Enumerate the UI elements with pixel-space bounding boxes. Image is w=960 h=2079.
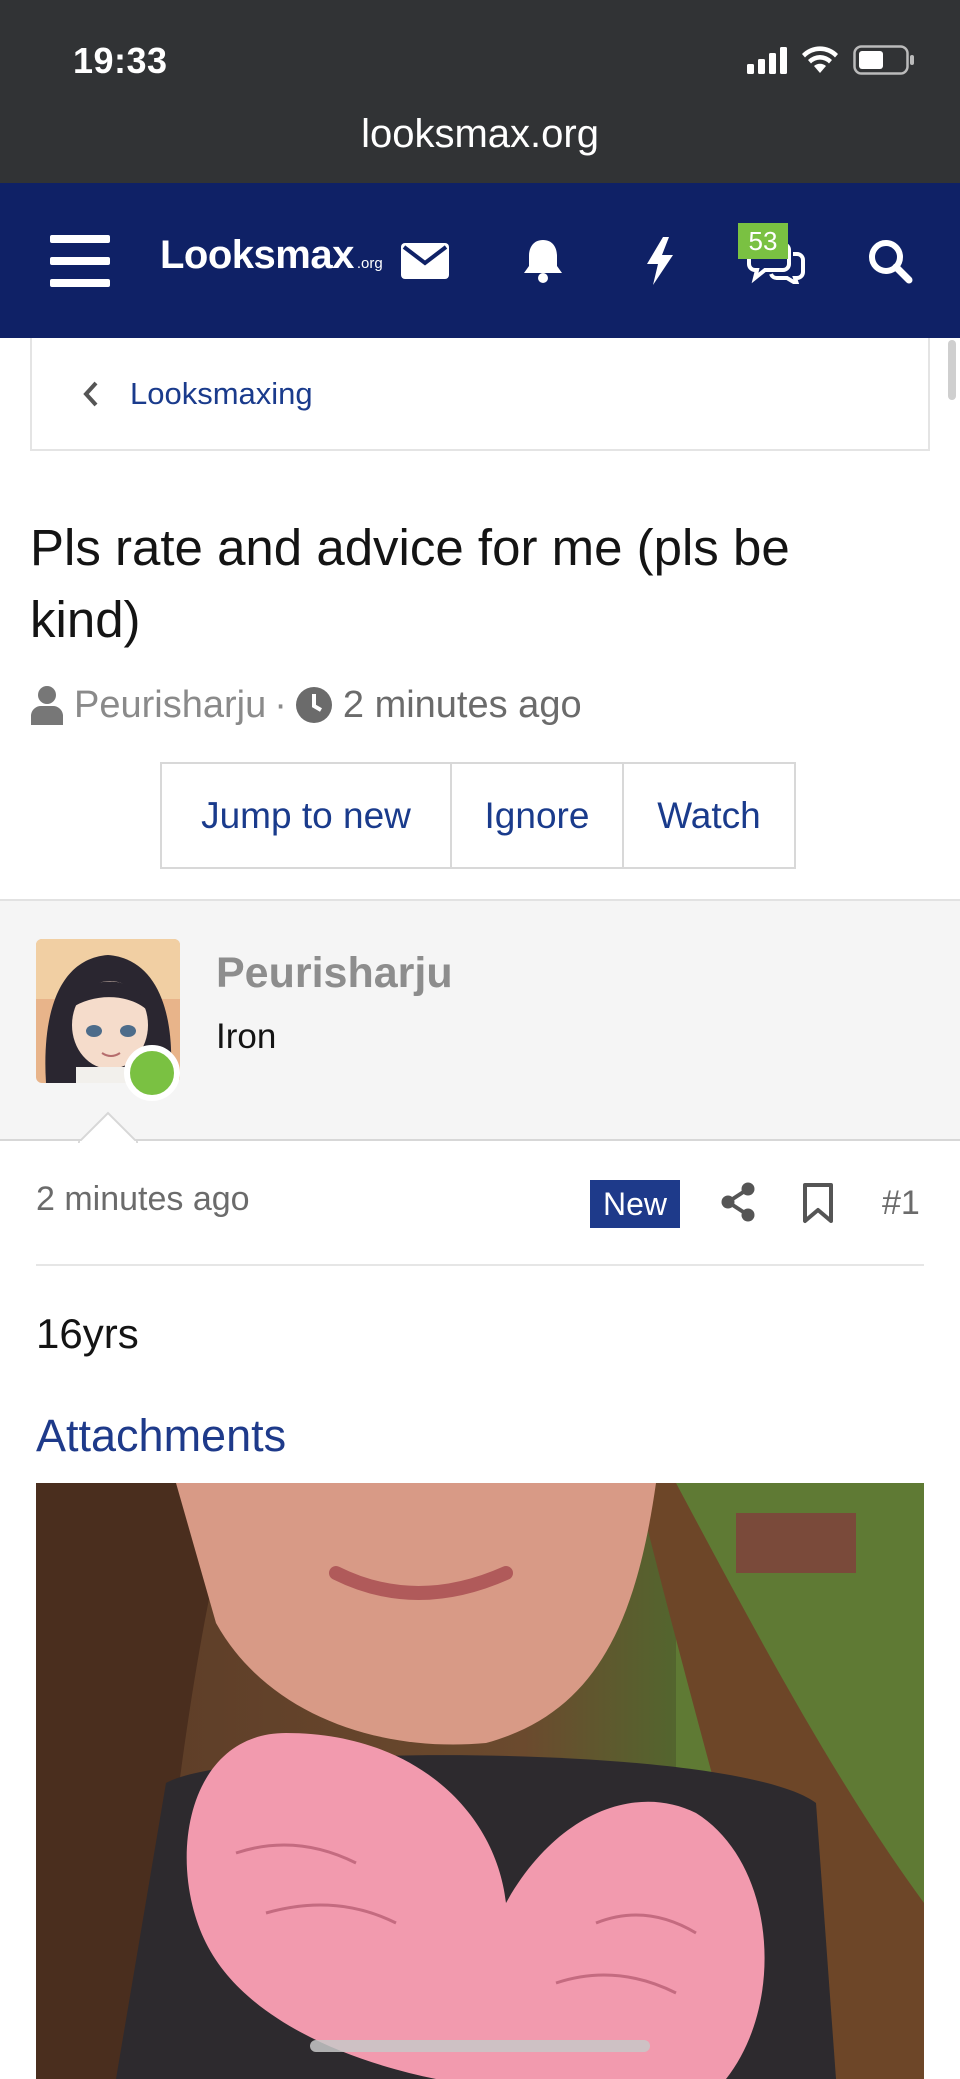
conversations-button[interactable] <box>740 183 812 338</box>
menu-button[interactable] <box>40 183 120 338</box>
thread-title: Pls rate and advice for me (pls be kind) <box>30 519 790 648</box>
logo-text: Looksmax <box>160 233 354 277</box>
chevron-left-icon <box>83 381 98 406</box>
attachment-image[interactable] <box>36 1483 924 2079</box>
post-user-panel: Peurisharju Iron <box>0 901 960 1141</box>
logo-suffix: .org <box>356 255 383 272</box>
breadcrumb-link[interactable]: Looksmaxing <box>130 376 313 412</box>
status-time: 19:33 <box>73 40 168 81</box>
wifi-icon <box>802 46 838 73</box>
user-icon <box>31 686 63 725</box>
thread-actions: Jump to new Ignore Watch <box>160 762 796 869</box>
thread-time: 2 minutes ago <box>342 683 582 726</box>
panel-pointer-arrow <box>78 1111 138 1143</box>
attachment-photo <box>36 1483 924 2079</box>
lightning-bolt-icon <box>647 236 673 285</box>
home-indicator <box>310 2040 650 2052</box>
status-icons <box>747 42 915 78</box>
alerts-button[interactable] <box>513 183 573 338</box>
divider <box>36 1264 924 1266</box>
hamburger-menu-icon <box>50 234 110 287</box>
bell-icon <box>524 239 562 283</box>
battery-icon <box>853 45 914 75</box>
clock-icon <box>295 687 332 723</box>
search-icon <box>869 239 913 283</box>
watch-button[interactable]: Watch <box>622 764 794 867</box>
thread-author[interactable]: Peurisharju <box>74 684 266 727</box>
browser-chrome: 19:33 looksmax.org <box>0 0 960 183</box>
post-username[interactable]: Peurisharju <box>216 949 453 998</box>
post-number[interactable]: #1 <box>882 1184 920 1223</box>
online-status-indicator <box>124 1045 180 1101</box>
meta-separator: · <box>274 683 287 726</box>
user-rank-title: Iron <box>216 1017 277 1056</box>
thread-meta: Peurisharju · 2 minutes ago <box>30 682 582 728</box>
new-badge: New <box>590 1180 680 1228</box>
page-scrollbar[interactable] <box>948 340 956 400</box>
envelope-icon <box>401 242 449 279</box>
share-icon[interactable] <box>720 1182 756 1222</box>
search-button[interactable] <box>858 183 922 338</box>
bookmark-icon[interactable] <box>802 1182 834 1224</box>
whats-new-button[interactable] <box>630 183 690 338</box>
post-body: 16yrs <box>36 1310 139 1357</box>
conversations-count-badge: 53 <box>738 223 788 259</box>
breadcrumb[interactable]: Looksmaxing <box>30 338 930 451</box>
attachments-heading: Attachments <box>36 1410 287 1461</box>
cellular-signal-icon <box>747 47 787 74</box>
jump-to-new-button[interactable]: Jump to new <box>162 764 450 867</box>
post-time[interactable]: 2 minutes ago <box>36 1180 250 1219</box>
site-nav-bar: Looksmax .org <box>0 183 960 338</box>
address-bar-url[interactable]: looksmax.org <box>0 112 960 157</box>
ignore-button[interactable]: Ignore <box>450 764 622 867</box>
inbox-button[interactable] <box>395 183 455 338</box>
site-logo[interactable]: Looksmax .org <box>160 233 383 293</box>
